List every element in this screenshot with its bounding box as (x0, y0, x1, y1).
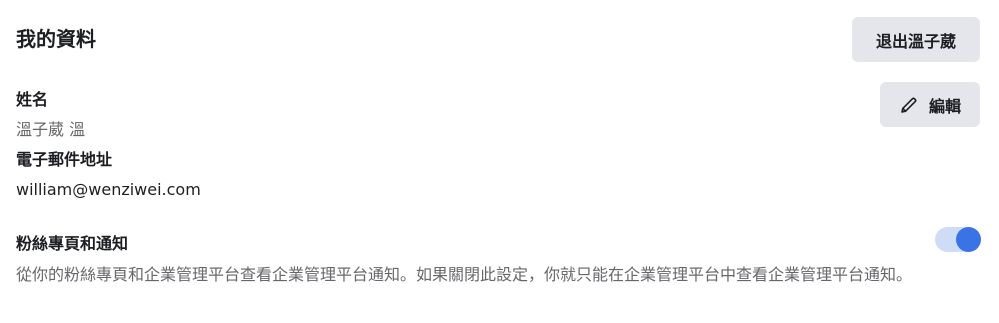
name-value: 溫子葳 溫 (16, 120, 86, 139)
email-label: 電子郵件地址 (16, 150, 113, 169)
logout-button-label: 退出溫子葳 (875, 31, 956, 51)
notifications-toggle[interactable] (935, 227, 981, 252)
notifications-description: 從你的粉絲專頁和企業管理平台查看企業管理平台通知。如果關閉此設定，你就只能在企業… (16, 265, 913, 284)
logout-button[interactable]: 退出溫子葳 (852, 17, 980, 62)
edit-button-label: 編輯 (928, 96, 961, 116)
notifications-label: 粉絲專頁和通知 (16, 234, 129, 253)
page-title: 我的資料 (16, 27, 96, 51)
name-label: 姓名 (16, 90, 49, 109)
edit-button[interactable]: 編輯 (880, 82, 980, 127)
email-value: william@wenziwei.com (16, 180, 201, 199)
pencil-icon (899, 95, 919, 115)
toggle-knob (956, 227, 981, 252)
